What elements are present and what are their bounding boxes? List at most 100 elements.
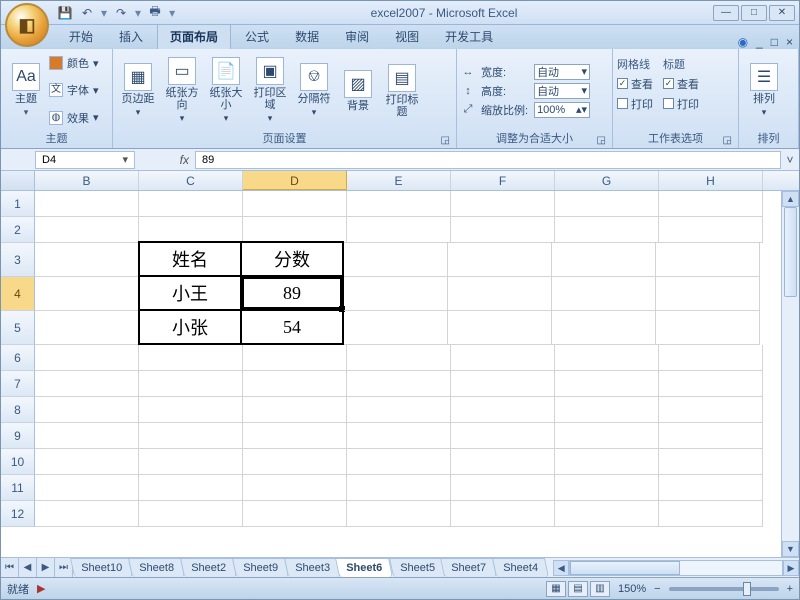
scroll-left-icon[interactable]: ◀ <box>553 560 569 576</box>
sheet-tab[interactable]: Sheet3 <box>284 558 341 577</box>
theme-colors-button[interactable]: 颜色▾ <box>49 52 99 75</box>
formula-bar-expand-icon[interactable]: ˅ <box>781 153 799 167</box>
tab-developer[interactable]: 开发工具 <box>433 24 505 49</box>
cell[interactable] <box>555 501 659 527</box>
scale-launcher-icon[interactable]: ◲ <box>597 135 606 146</box>
cell[interactable] <box>243 501 347 527</box>
sheet-nav-next-icon[interactable]: ▶ <box>37 558 55 577</box>
cell[interactable]: 小王 <box>138 275 242 311</box>
gridlines-view-checkbox[interactable]: ✓查看 <box>617 76 653 92</box>
tab-formulas[interactable]: 公式 <box>233 24 281 49</box>
sheet-tab[interactable]: Sheet7 <box>440 558 497 577</box>
headings-print-checkbox[interactable]: 打印 <box>663 96 699 112</box>
office-button[interactable]: ◧ <box>5 3 49 47</box>
cell[interactable] <box>656 311 760 345</box>
cell[interactable] <box>555 217 659 243</box>
cell[interactable] <box>555 423 659 449</box>
cell[interactable] <box>659 345 763 371</box>
cell[interactable] <box>243 423 347 449</box>
macro-record-icon[interactable]: ▶ <box>37 582 45 595</box>
column-header[interactable]: B <box>35 171 139 190</box>
cell[interactable] <box>35 243 139 277</box>
gridlines-print-checkbox[interactable]: 打印 <box>617 96 653 112</box>
mdi-minimize-icon[interactable]: _ <box>756 35 763 49</box>
cell[interactable] <box>35 345 139 371</box>
cell[interactable] <box>552 277 656 311</box>
cell[interactable] <box>347 345 451 371</box>
help-icon[interactable]: ◉ <box>738 35 748 49</box>
qat-dd-icon[interactable]: ▾ <box>101 6 107 20</box>
vertical-scrollbar[interactable]: ▲ ▼ <box>781 191 799 557</box>
cell[interactable] <box>139 345 243 371</box>
cell[interactable] <box>139 397 243 423</box>
row-header[interactable]: 6 <box>1 345 35 371</box>
cell[interactable] <box>139 501 243 527</box>
cell[interactable] <box>347 397 451 423</box>
cell[interactable] <box>659 475 763 501</box>
column-header[interactable]: H <box>659 171 763 190</box>
print-icon[interactable]: 🖶 <box>147 5 163 21</box>
cell[interactable] <box>35 423 139 449</box>
minimize-button[interactable]: — <box>713 5 739 21</box>
cell[interactable] <box>555 345 659 371</box>
row-header[interactable]: 7 <box>1 371 35 397</box>
view-page-break-icon[interactable]: ▥ <box>590 581 610 597</box>
cell[interactable] <box>347 217 451 243</box>
cell[interactable] <box>344 311 448 345</box>
print-area-button[interactable]: ▣打印区域▾ <box>249 52 291 130</box>
row-header[interactable]: 9 <box>1 423 35 449</box>
undo-icon[interactable]: ↶ <box>79 5 95 21</box>
cell[interactable] <box>451 371 555 397</box>
scroll-up-icon[interactable]: ▲ <box>782 191 799 207</box>
row-header[interactable]: 12 <box>1 501 35 527</box>
zoom-slider[interactable] <box>669 587 779 591</box>
mdi-restore-icon[interactable]: □ <box>771 35 778 49</box>
cell[interactable] <box>139 475 243 501</box>
margins-button[interactable]: ▦页边距▾ <box>117 52 159 130</box>
cell[interactable] <box>451 345 555 371</box>
cell[interactable] <box>552 243 656 277</box>
cell[interactable] <box>347 423 451 449</box>
tab-page-layout[interactable]: 页面布局 <box>157 23 231 49</box>
save-icon[interactable]: 💾 <box>57 5 73 21</box>
cell[interactable]: 分数 <box>240 241 344 277</box>
fx-icon[interactable]: fx <box>180 153 189 167</box>
row-header[interactable]: 8 <box>1 397 35 423</box>
background-button[interactable]: ▨背景 <box>337 52 379 130</box>
cell[interactable] <box>552 311 656 345</box>
cell[interactable] <box>555 449 659 475</box>
row-header[interactable]: 11 <box>1 475 35 501</box>
cell[interactable] <box>243 371 347 397</box>
horizontal-scrollbar[interactable]: ◀ ▶ <box>553 558 799 577</box>
cell[interactable]: 小张 <box>138 309 242 345</box>
cell[interactable] <box>451 475 555 501</box>
cell[interactable] <box>659 423 763 449</box>
cell[interactable] <box>35 397 139 423</box>
view-normal-icon[interactable]: ▦ <box>546 581 566 597</box>
cell[interactable] <box>451 501 555 527</box>
cell[interactable] <box>347 475 451 501</box>
cell[interactable]: 姓名 <box>138 241 242 277</box>
scroll-down-icon[interactable]: ▼ <box>782 541 799 557</box>
cell[interactable] <box>139 423 243 449</box>
cell[interactable] <box>243 191 347 217</box>
cell[interactable] <box>656 277 760 311</box>
zoom-in-button[interactable]: + <box>787 583 793 595</box>
cell[interactable] <box>451 449 555 475</box>
cell[interactable] <box>451 217 555 243</box>
mdi-close-icon[interactable]: × <box>786 35 793 49</box>
name-box[interactable]: D4▾ <box>35 151 135 169</box>
cell[interactable] <box>139 191 243 217</box>
cell[interactable] <box>344 243 448 277</box>
row-header[interactable]: 5 <box>1 311 35 345</box>
tab-insert[interactable]: 插入 <box>107 24 155 49</box>
size-button[interactable]: 📄纸张大小▾ <box>205 52 247 130</box>
cell[interactable] <box>659 501 763 527</box>
cell[interactable] <box>35 371 139 397</box>
cell[interactable] <box>35 191 139 217</box>
cell[interactable] <box>659 449 763 475</box>
cell[interactable] <box>35 217 139 243</box>
print-titles-button[interactable]: ▤打印标题 <box>381 52 423 130</box>
theme-effects-button[interactable]: ◍效果▾ <box>49 106 99 129</box>
column-header[interactable]: G <box>555 171 659 190</box>
